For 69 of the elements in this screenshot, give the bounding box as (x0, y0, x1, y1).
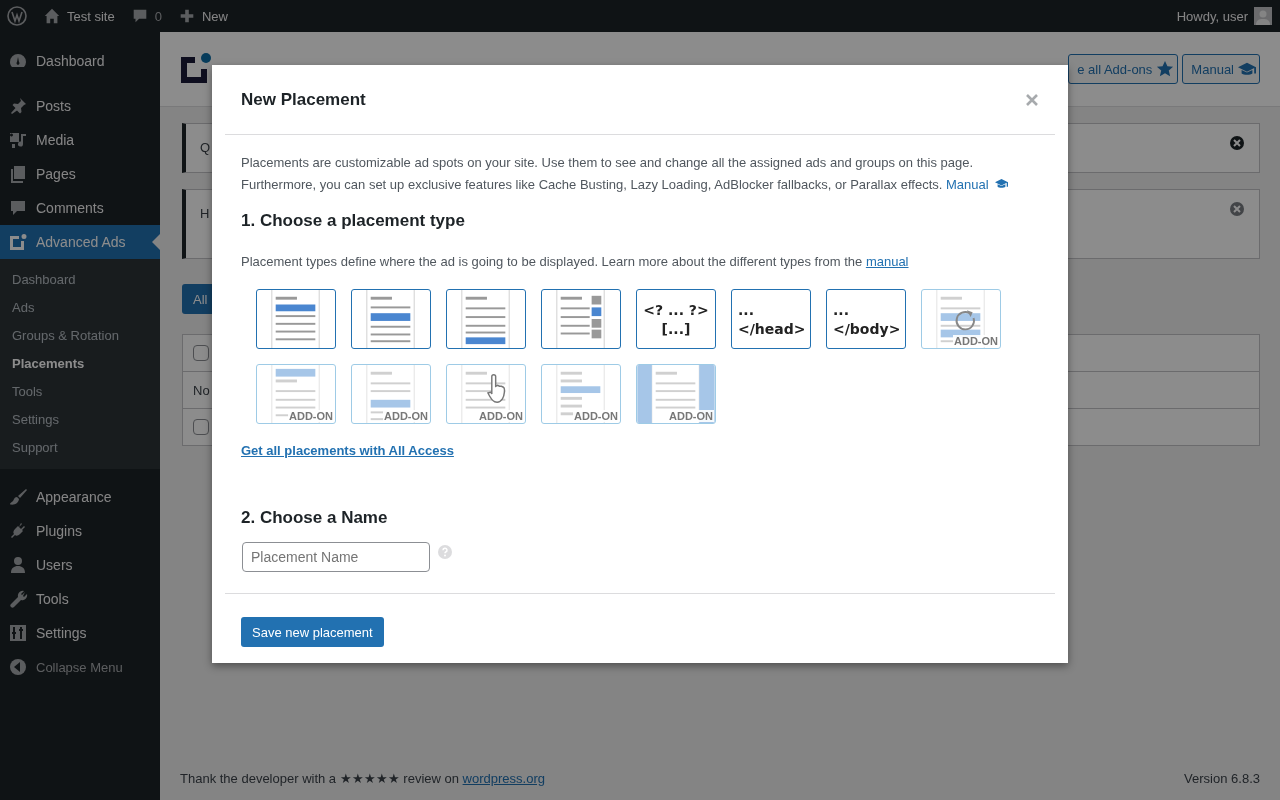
header-button[interactable]: Manual (1182, 54, 1260, 84)
collapse-icon (8, 657, 28, 677)
collapse-menu-button[interactable]: Collapse Menu (0, 650, 160, 684)
section-heading: 2. Choose a Name (241, 508, 389, 528)
submenu-item[interactable]: Tools (0, 378, 160, 406)
notice-text: Q (200, 140, 211, 155)
notice-text: H (200, 206, 210, 221)
section-heading: 1. Choose a placement type (241, 211, 466, 231)
graduation-cap-icon (995, 177, 1009, 190)
footer-text: Thank the developer with a ★★★★★ review on wordpress.org (180, 771, 545, 786)
menu-item[interactable]: Dashboard (0, 44, 160, 78)
intro-text: Placements are customizable ad spots on your site. Use them to see and change all the assigned ads and groups on this page. Furthermore, you can set up exclusive features like Cache Busting, Lazy Loading, AdBlocker fallbacks, or Parallax effects. Manual (241, 152, 1031, 196)
comment-count: 0 (154, 8, 162, 24)
menu-item[interactable]: Settings (0, 616, 160, 650)
placement-type-option[interactable]: ... </body> (826, 289, 906, 349)
new-link[interactable]: New (177, 7, 228, 25)
comments-link[interactable]: 0 (130, 7, 162, 25)
menu-item[interactable]: Appearance (0, 480, 160, 514)
placement-type-option[interactable] (351, 289, 431, 349)
manual-link[interactable]: Manual (946, 177, 989, 192)
footer-link[interactable]: wordpress.org (462, 771, 545, 786)
submenu-item[interactable]: Groups & Rotation (0, 322, 160, 350)
placement-type-option[interactable]: ADD-ON (541, 364, 621, 424)
placement-type-option[interactable] (446, 289, 526, 349)
menu-item[interactable]: Users (0, 548, 160, 582)
menu-item[interactable]: Advanced Ads (0, 225, 160, 259)
placement-type-option[interactable]: <? ... ?> [...] (636, 289, 716, 349)
table-cell: No (193, 382, 210, 398)
menu-item[interactable]: Media (0, 123, 160, 157)
submenu-item[interactable]: Settings (0, 406, 160, 434)
placement-type-option[interactable] (256, 289, 336, 349)
header-button[interactable]: e all Add-ons (1068, 54, 1179, 84)
placement-type-option[interactable] (541, 289, 621, 349)
close-icon[interactable] (1025, 92, 1039, 107)
menu-item[interactable]: Comments (0, 191, 160, 225)
dismiss-icon[interactable] (1229, 135, 1245, 151)
row-checkbox[interactable] (193, 345, 209, 361)
graduation-cap-icon (1238, 60, 1256, 78)
submenu-item[interactable]: Dashboard (0, 266, 160, 294)
placement-type-option[interactable]: ADD-ON (256, 364, 336, 424)
site-link[interactable]: Test site (43, 7, 115, 25)
placement-type-option[interactable]: ... </head> (731, 289, 811, 349)
placement-type-option[interactable]: ADD-ON (351, 364, 431, 424)
placement-type-option[interactable]: ADD-ON (921, 289, 1001, 349)
submenu-item[interactable]: Placements (0, 350, 160, 378)
plugin-logo-icon (181, 53, 211, 83)
wordpress-logo-icon[interactable] (7, 6, 27, 26)
placement-type-option[interactable]: ADD-ON (636, 364, 716, 424)
dialog-title: New Placement (241, 89, 367, 110)
manual-link[interactable]: manual (865, 254, 909, 269)
home-icon (43, 7, 61, 25)
placement-type-option[interactable]: ADD-ON (446, 364, 526, 424)
menu-item[interactable]: Tools (0, 582, 160, 616)
site-name: Test site (67, 8, 115, 24)
submenu-item[interactable]: Support (0, 434, 160, 462)
all-access-link[interactable]: Get all placements with All Access (241, 443, 454, 458)
row-checkbox[interactable] (193, 419, 209, 435)
description-text: Placement types define where the ad is going to be displayed. Learn more about the different types from the manual (241, 254, 910, 269)
dismiss-icon[interactable] (1229, 201, 1245, 217)
star-icon (1156, 60, 1175, 78)
save-button[interactable]: Save new placement (241, 617, 384, 647)
version-text: Version 6.8.3 (1184, 771, 1260, 786)
placement-name-field[interactable]: Placement Name (242, 542, 430, 572)
menu-item[interactable]: Posts (0, 89, 160, 123)
menu-item[interactable]: Pages (0, 157, 160, 191)
submenu-item[interactable]: Ads (0, 294, 160, 322)
menu-item[interactable]: Plugins (0, 514, 160, 548)
user-greeting[interactable]: Howdy, user (1176, 8, 1248, 24)
new-label: New (201, 8, 228, 24)
